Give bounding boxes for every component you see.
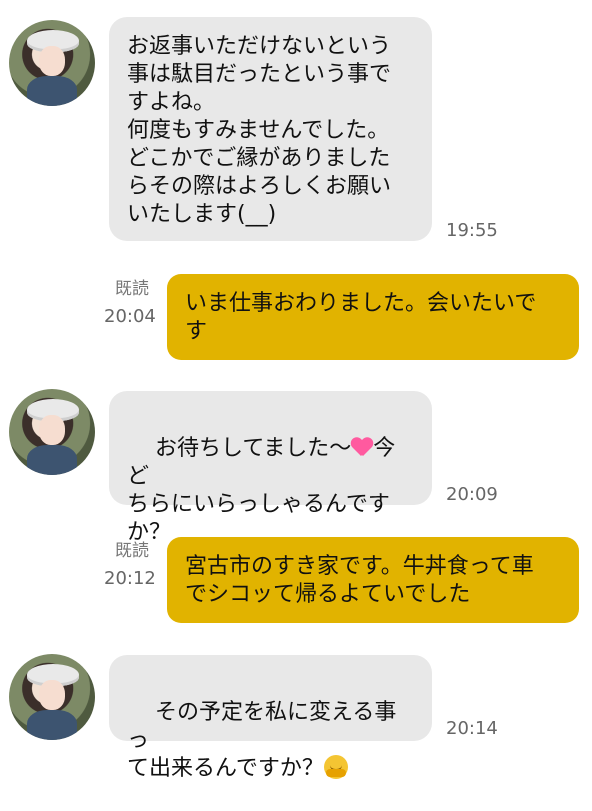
outgoing-message-bubble[interactable]: 宮古市のすき家です。牛丼食って車 でシコッて帰るよていでした xyxy=(167,537,579,623)
incoming-message-bubble[interactable]: お返事いただけないという 事は駄目だったという事で すよね。 何度もすみませんで… xyxy=(109,17,432,241)
message-time: 20:04 xyxy=(104,306,156,327)
incoming-message-bubble[interactable]: その予定を私に変える事っ て出来るんですか？ xyxy=(109,655,432,781)
heart-emoji-icon xyxy=(351,438,373,458)
message-text-part: お待ちしてました〜 xyxy=(154,436,352,461)
chat-thread: お返事いただけないという 事は駄目だったという事で すよね。 何度もすみませんで… xyxy=(0,0,592,781)
contact-avatar[interactable] xyxy=(9,20,95,106)
message-time: 20:12 xyxy=(104,568,156,589)
message-time: 20:14 xyxy=(446,718,498,739)
shirt-shape xyxy=(27,710,77,740)
face-shape xyxy=(39,46,65,76)
hugging-face-emoji-icon xyxy=(323,755,348,779)
outgoing-message-bubble[interactable]: いま仕事おわりました。会いたいで す xyxy=(167,274,579,360)
shirt-shape xyxy=(27,76,77,106)
contact-avatar[interactable] xyxy=(9,654,95,740)
message-time: 20:09 xyxy=(446,484,498,505)
read-receipt-label: 既読 xyxy=(115,279,149,299)
incoming-message-bubble[interactable]: お待ちしてました〜 今ど ちらにいらっしゃるんです か？ xyxy=(109,391,432,545)
contact-avatar[interactable] xyxy=(9,389,95,475)
face-shape xyxy=(39,415,65,445)
read-receipt-label: 既読 xyxy=(115,541,149,561)
message-time: 19:55 xyxy=(446,220,498,241)
face-shape xyxy=(39,680,65,710)
shirt-shape xyxy=(27,445,77,475)
message-text-part: その予定を私に変える事っ て出来るんですか？ xyxy=(127,700,397,781)
